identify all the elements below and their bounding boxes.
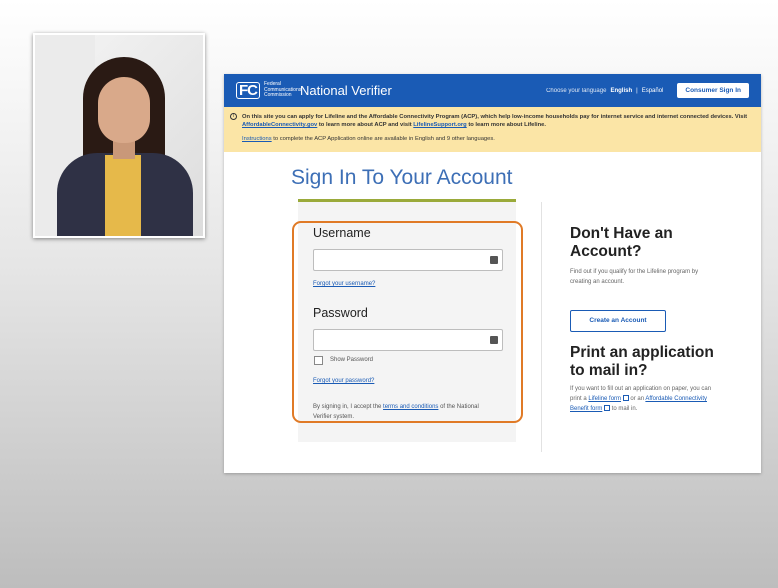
create-account-button[interactable]: Create an Account	[570, 310, 666, 332]
language-selector: Choose your language English | Español	[546, 88, 663, 94]
site-header: FC Federal Communications Commission Nat…	[224, 74, 761, 107]
language-spanish[interactable]: Español	[642, 88, 664, 94]
lifeline-support-link[interactable]: LifelineSupport.org	[413, 122, 466, 128]
site-title[interactable]: National Verifier	[300, 83, 392, 98]
print-application-text: If you want to fill out an application o…	[570, 386, 712, 412]
no-account-heading: Don't Have an Account?	[570, 225, 673, 260]
consumer-sign-in-button[interactable]: Consumer Sign In	[677, 83, 749, 98]
column-divider	[541, 202, 542, 452]
language-english[interactable]: English	[610, 88, 632, 94]
no-account-text: Find out if you qualify for the Lifeline…	[570, 269, 699, 285]
agency-name: Federal Communications Commission	[264, 81, 302, 99]
info-banner: i On this site you can apply for Lifelin…	[224, 107, 761, 152]
presentation-frame: FC Federal Communications Commission Nat…	[0, 0, 778, 588]
banner-text: On this site you can apply for Lifeline …	[242, 114, 748, 128]
lifeline-form-link[interactable]: Lifeline form	[588, 396, 621, 402]
page-title: Sign In To Your Account	[291, 166, 513, 189]
highlight-box	[292, 221, 523, 423]
fcc-logo[interactable]: FC	[236, 82, 260, 99]
instructions-link[interactable]: Instructions	[242, 136, 272, 142]
print-application-heading: Print an application to mail in?	[570, 344, 714, 379]
banner-instructions: Instructions to complete the ACP Applica…	[242, 136, 495, 142]
info-icon: i	[230, 113, 237, 120]
acp-link[interactable]: AffordableConnectivity.gov	[242, 122, 317, 128]
language-separator: |	[636, 87, 638, 94]
presenter-photo	[33, 33, 205, 238]
language-prompt: Choose your language	[546, 87, 607, 94]
